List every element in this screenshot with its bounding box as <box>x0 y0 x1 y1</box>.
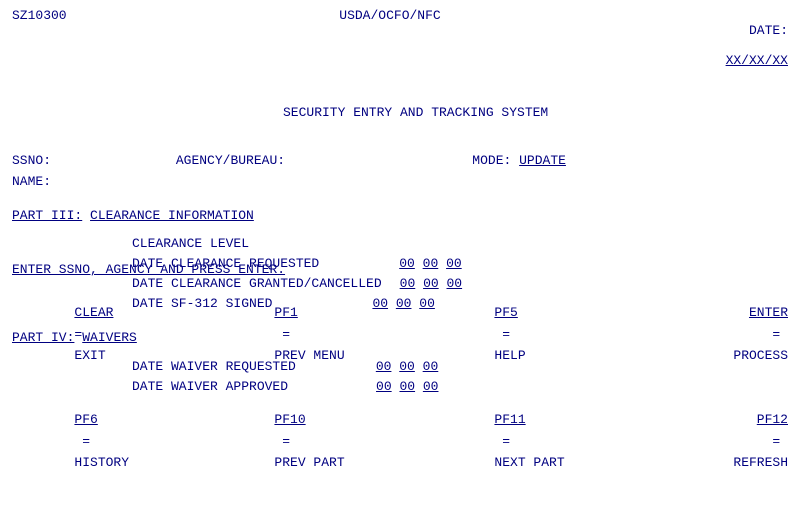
footer-instruction-row: ENTER SSNO, AGENCY AND PRESS ENTER. <box>12 260 788 280</box>
pf1-eq: = <box>274 327 297 342</box>
part3-header: PART III: CLEARANCE INFORMATION <box>12 206 788 226</box>
header-title: USDA/OCFO/NFC <box>132 8 648 83</box>
mode-value: UPDATE <box>519 151 566 171</box>
enter-instruction: ENTER SSNO, AGENCY AND PRESS ENTER. <box>12 260 285 280</box>
part3-title: CLEARANCE INFORMATION <box>90 206 254 226</box>
pf6-eq: = <box>74 434 97 449</box>
header-subtitle: SECURITY ENTRY AND TRACKING SYSTEM <box>283 105 548 120</box>
enter-key[interactable]: ENTER <box>749 305 788 320</box>
pf6-val: HISTORY <box>74 455 129 470</box>
name-label: NAME: <box>12 172 51 192</box>
header-subtitle-row: SECURITY ENTRY AND TRACKING SYSTEM <box>12 83 788 143</box>
pf11-key[interactable]: PF11 <box>494 412 525 427</box>
header-row1: SZ10300 USDA/OCFO/NFC DATE: XX/XX/XX <box>12 8 788 83</box>
pf11-eq: = <box>494 434 517 449</box>
enter-binding: ENTER = PROCESS <box>628 281 788 388</box>
date-value: XX/XX/XX <box>726 53 788 68</box>
pf10-eq: = <box>274 434 297 449</box>
pf12-key[interactable]: PF12 <box>757 412 788 427</box>
clearance-level-label: CLEARANCE LEVEL <box>132 234 249 254</box>
enter-val: PROCESS <box>733 348 788 363</box>
footer: ENTER SSNO, AGENCY AND PRESS ENTER. CLEA… <box>12 260 788 495</box>
pf5-binding: PF5 = HELP <box>432 281 612 388</box>
pf11-binding: PF11 = NEXT PART <box>432 388 612 495</box>
pf10-val: PREV PART <box>274 455 344 470</box>
system-id: SZ10300 <box>12 8 132 83</box>
ssno-row: SSNO: AGENCY/BUREAU: MODE: UPDATE <box>12 151 788 171</box>
pf10-key[interactable]: PF10 <box>274 412 305 427</box>
enter-eq: = <box>765 327 788 342</box>
date-label: DATE: <box>749 23 788 38</box>
pf1-val: PREV MENU <box>274 348 344 363</box>
clear-key[interactable]: CLEAR <box>74 305 113 320</box>
pf5-key[interactable]: PF5 <box>494 305 517 320</box>
pf12-binding: PF12 = REFRESH <box>628 388 788 495</box>
mode-label: MODE: <box>472 151 511 171</box>
pf6-key[interactable]: PF6 <box>74 412 97 427</box>
clearance-level-row: CLEARANCE LEVEL <box>12 234 788 254</box>
pf12-val: REFRESH <box>733 455 788 470</box>
agency-label: AGENCY/BUREAU: <box>176 151 285 171</box>
pf12-eq: = <box>765 434 788 449</box>
pf10-binding: PF10 = PREV PART <box>212 388 432 495</box>
part3-label: PART III: <box>12 206 82 226</box>
clear-binding: CLEAR = EXIT <box>12 281 212 388</box>
ssno-label: SSNO: <box>12 151 51 171</box>
pf11-val: NEXT PART <box>494 455 564 470</box>
footer-row1: CLEAR = EXIT PF1 = PREV MENU PF5 = HELP … <box>12 281 788 388</box>
pf1-binding: PF1 = PREV MENU <box>212 281 432 388</box>
clear-val: EXIT <box>74 348 105 363</box>
clear-eq: = <box>74 327 82 342</box>
pf5-eq: = <box>494 327 517 342</box>
pf1-key[interactable]: PF1 <box>274 305 297 320</box>
footer-row2: PF6 = HISTORY PF10 = PREV PART PF11 = NE… <box>12 388 788 495</box>
pf6-binding: PF6 = HISTORY <box>12 388 212 495</box>
header-date: DATE: XX/XX/XX <box>648 8 788 83</box>
name-row: NAME: <box>12 172 788 192</box>
pf5-val: HELP <box>494 348 525 363</box>
screen: SZ10300 USDA/OCFO/NFC DATE: XX/XX/XX SEC… <box>12 8 788 497</box>
